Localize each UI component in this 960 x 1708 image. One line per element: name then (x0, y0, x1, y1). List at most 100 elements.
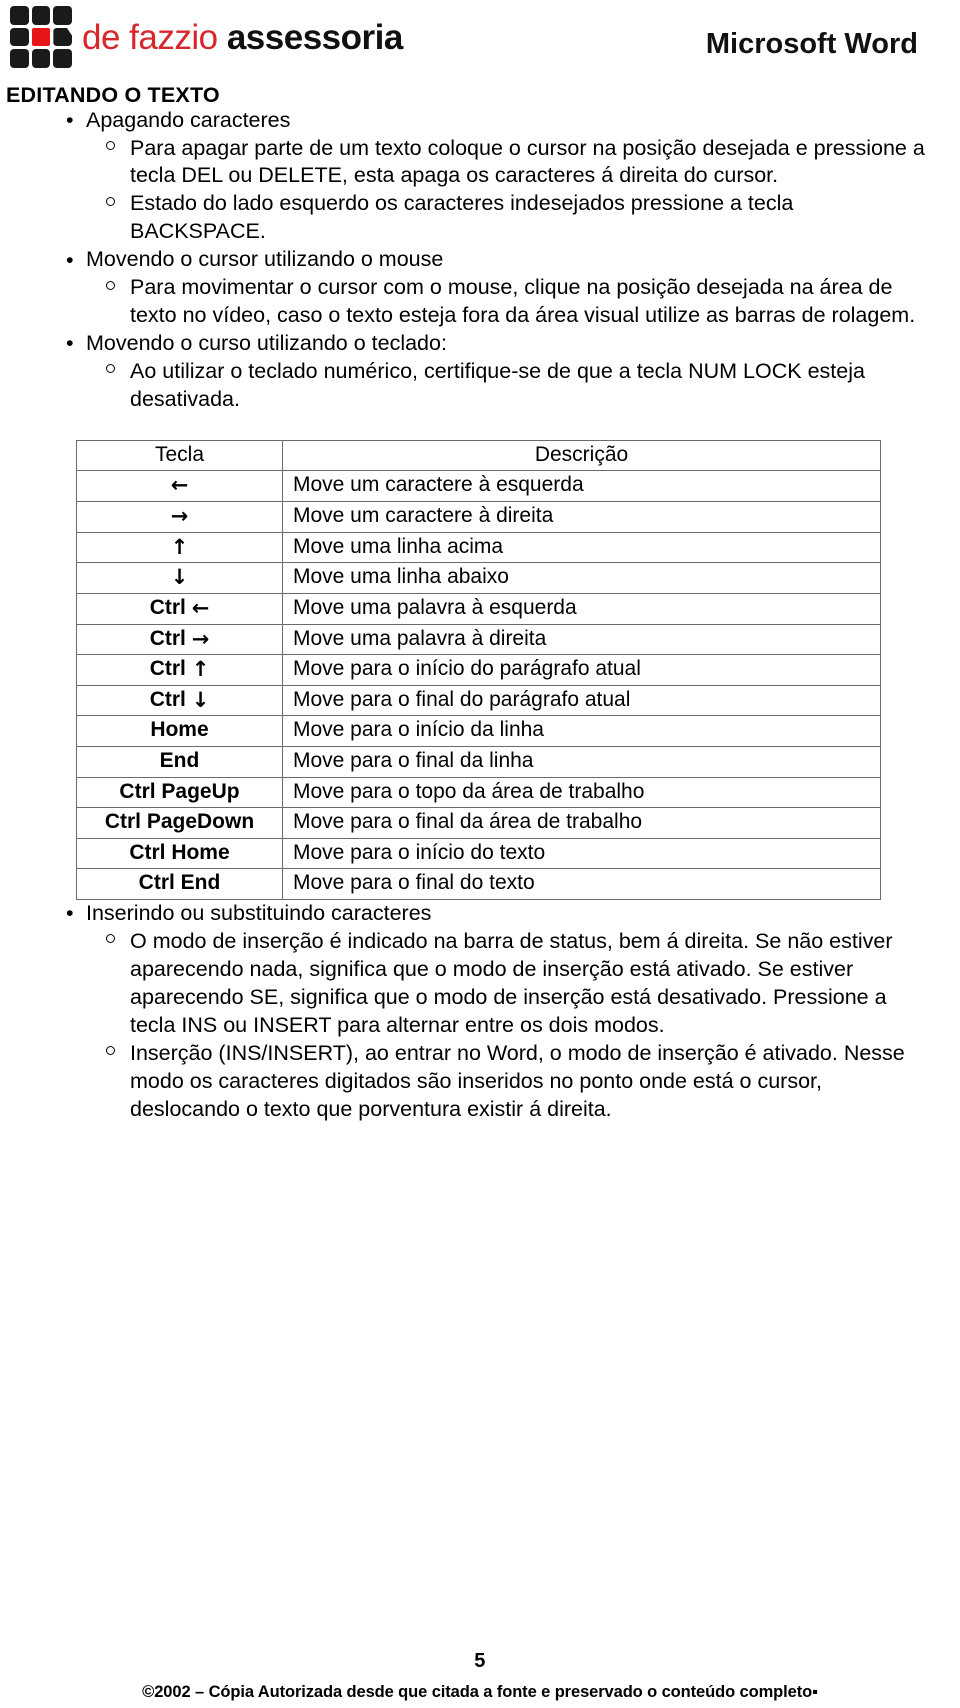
list-item: • Movendo o curso utilizando o teclado: … (34, 330, 926, 414)
table-row: Home Move para o início da linha (76, 715, 881, 747)
list-item: • Apagando caracteres Para apagar parte … (34, 107, 926, 247)
document-page: de fazzio assessoria Microsoft Word EDIT… (0, 0, 960, 1708)
list-item: O modo de inserção é indicado na barra d… (86, 928, 926, 1040)
key-cell: ↑ (76, 531, 283, 564)
keyboard-shortcuts-table-wrapper: Tecla Descrição ← Move um caractere à esq… (76, 439, 881, 901)
bullet-circle-icon (106, 280, 115, 290)
section-heading: Movendo o cursor utilizando o mouse (86, 247, 444, 272)
arrow-key-icon: ← (191, 595, 210, 620)
brand-wordmark: de fazzio assessoria (82, 20, 403, 55)
key-cell: → (76, 501, 283, 533)
column-header-description: Descrição (282, 439, 881, 472)
sub-bullet-list: Para apagar parte de um texto coloque o … (86, 135, 926, 247)
description-cell: Move para o final da linha (282, 745, 881, 778)
table-row: Ctrl End Move para o final do texto (76, 868, 881, 901)
description-cell: Move para o topo da área de trabalho (282, 776, 881, 809)
arrow-key-icon: → (170, 504, 189, 529)
list-item: Para movimentar o cursor com o mouse, cl… (86, 274, 926, 330)
page-title: EDITANDO O TEXTO (6, 83, 220, 107)
table-row: → Move um caractere à direita (76, 501, 881, 533)
table-row: Ctrl PageUp Move para o topo da área de t… (76, 776, 881, 809)
description-cell: Move para o início da linha (282, 715, 881, 747)
key-cell: Ctrl PageUp (76, 776, 283, 809)
description-cell: Move para o final da área de trabalho (282, 807, 881, 839)
description-cell: Move um caractere à esquerda (282, 470, 881, 503)
de-fazzio-grid-logo (10, 6, 72, 68)
section-heading: Movendo o curso utilizando o teclado: (86, 331, 447, 356)
sub-item-text: Para movimentar o cursor com o mouse, cl… (130, 275, 916, 328)
bullet-circle-icon (106, 364, 115, 374)
table-row: ← Move um caractere à esquerda (76, 470, 881, 503)
table-row: Ctrl ↑ Move para o início do parágrafo at… (76, 654, 881, 686)
table-head: Tecla Descrição (76, 439, 881, 472)
list-item: Estado do lado esquerdo os caracteres in… (86, 190, 926, 246)
arrow-key-icon: ← (170, 473, 189, 498)
table-body: ← Move um caractere à esquerda → Move um ca… (76, 470, 881, 901)
column-header-key: Tecla (76, 439, 283, 472)
description-cell: Move para o final do parágrafo atual (282, 684, 881, 717)
table-row: Ctrl → Move uma palavra à direita (76, 623, 881, 656)
arrow-key-icon: ↑ (191, 657, 210, 682)
application-title: Microsoft Word (705, 28, 918, 60)
page-footer: 5 ©2002 – Cópia Autorizada desde que cit… (0, 1650, 960, 1702)
logo-cell-2 (31, 6, 51, 25)
description-cell: Move um caractere à direita (282, 501, 881, 533)
brand-block: de fazzio assessoria (6, 6, 403, 68)
description-cell: Move para o início do parágrafo atual (282, 654, 881, 686)
list-item: Inserção (INS/INSERT), ao entrar no Word… (86, 1040, 926, 1124)
table-header-row: Tecla Descrição (76, 439, 881, 472)
page-number: 5 (474, 1650, 486, 1672)
key-cell: Ctrl PageDown (76, 807, 283, 839)
sub-item-text: O modo de inserção é indicado na barra d… (130, 928, 893, 1037)
bullet-disc-icon: • (66, 107, 74, 132)
description-cell: Move uma palavra à esquerda (282, 592, 881, 625)
sub-item-text: Estado do lado esquerdo os caracteres in… (130, 191, 794, 244)
table-row: ↓ Move uma linha abaixo (76, 562, 881, 594)
arrow-key-icon: ↓ (191, 687, 210, 712)
arrow-key-icon: ↓ (170, 565, 189, 590)
section-heading: Apagando caracteres (86, 107, 291, 132)
page-header: de fazzio assessoria Microsoft Word (0, 0, 960, 84)
table-row: Ctrl ← Move uma palavra à esquerda (76, 592, 881, 625)
sub-item-text: Inserção (INS/INSERT), ao entrar no Word… (130, 1040, 905, 1121)
sub-bullet-list: O modo de inserção é indicado na barra d… (86, 928, 926, 1124)
logo-cell-1 (10, 6, 29, 25)
logo-cell-4 (10, 27, 29, 47)
description-cell: Move uma palavra à direita (282, 623, 881, 656)
key-cell: Home (76, 715, 283, 747)
sub-item-text: Ao utilizar o teclado numérico, certifiq… (130, 359, 865, 411)
logo-cell-3 (53, 6, 72, 25)
key-cell: Ctrl End (76, 868, 283, 901)
key-cell: Ctrl ↓ (76, 684, 283, 717)
bullet-circle-icon (106, 196, 115, 206)
section-heading: Inserindo ou substituindo caracteres (86, 901, 432, 926)
bullet-disc-icon: • (66, 247, 74, 272)
document-body: • Apagando caracteres Para apagar parte … (0, 107, 960, 1124)
bullet-disc-icon: • (66, 331, 74, 356)
arrow-key-icon: ↑ (170, 534, 189, 559)
table-row: Ctrl PageDown Move para o final da área d… (76, 807, 881, 839)
sub-bullet-list: Para movimentar o cursor com o mouse, cl… (86, 274, 926, 330)
table-row: Ctrl Home Move para o início do texto (76, 837, 881, 870)
logo-cell-7 (10, 49, 29, 68)
list-item: • Movendo o cursor utilizando o mouse Pa… (34, 246, 926, 330)
bullet-circle-icon (106, 1046, 115, 1056)
key-cell: Ctrl ← (76, 592, 283, 625)
bullet-circle-icon (106, 140, 115, 150)
keyboard-shortcuts-table: Tecla Descrição ← Move um caractere à esq… (76, 439, 881, 901)
table-row: Ctrl ↓ Move para o final do parágrafo atu… (76, 684, 881, 717)
sub-bullet-list: Ao utilizar o teclado numérico, certifiq… (86, 358, 926, 414)
logo-cell-9 (53, 49, 72, 68)
list-item: Ao utilizar o teclado numérico, certifiq… (86, 358, 926, 414)
description-cell: Move uma linha abaixo (282, 562, 881, 594)
list-item: • Inserindo ou substituindo caracteres O… (34, 900, 926, 1124)
copyright-notice: ©2002 – Cópia Autorizada desde que citad… (142, 1683, 818, 1701)
key-cell: Ctrl → (76, 623, 283, 656)
top-bullet-list: • Apagando caracteres Para apagar parte … (34, 107, 926, 414)
key-cell: ↓ (76, 562, 283, 594)
arrow-key-icon: → (191, 626, 210, 651)
description-cell: Move para o início do texto (282, 837, 881, 870)
sub-item-text: Para apagar parte de um texto coloque o … (130, 135, 925, 188)
description-cell: Move uma linha acima (282, 531, 881, 564)
key-cell: Ctrl Home (76, 837, 283, 870)
